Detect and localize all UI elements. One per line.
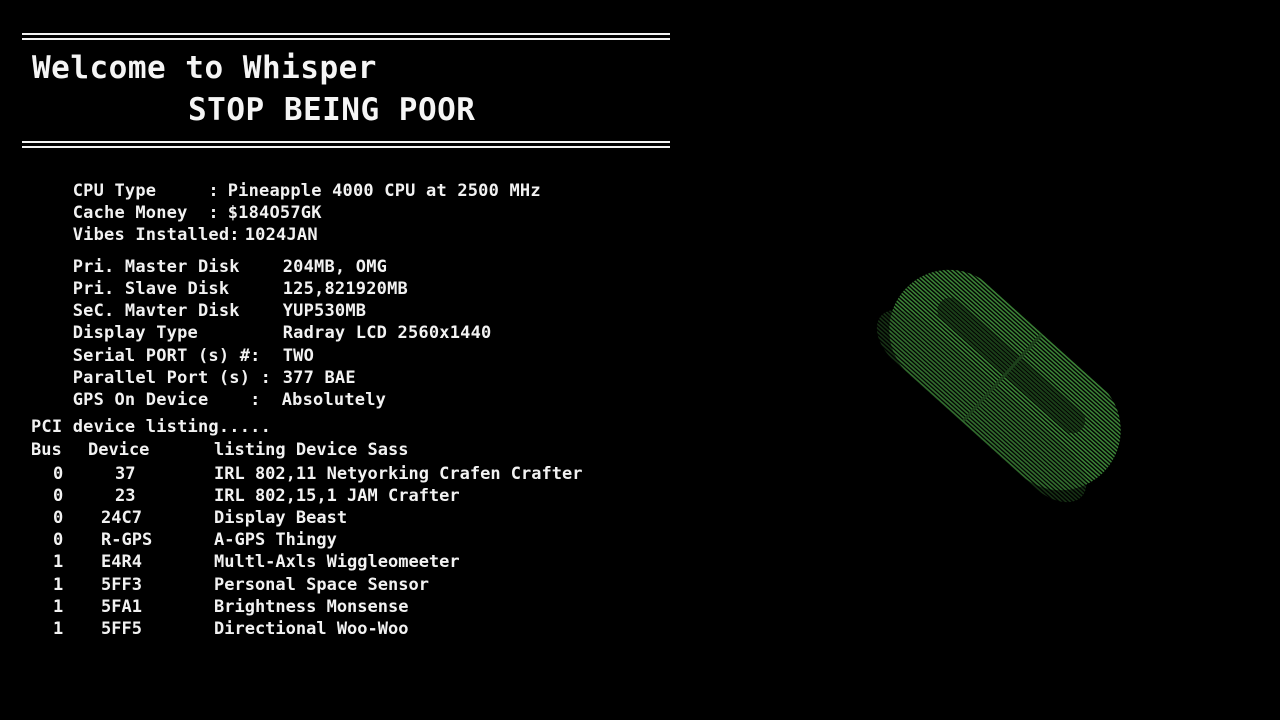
- pci-row-bus: 1: [53, 597, 64, 617]
- pci-row-bus: 0: [53, 508, 64, 528]
- pci-header-listing: listing Device Sass: [214, 440, 409, 460]
- pci-row-bus: 1: [53, 619, 64, 639]
- pci-header-bus: Bus: [31, 440, 62, 460]
- pci-row-bus: 1: [53, 575, 64, 595]
- pci-row-name: Display Beast: [214, 508, 348, 528]
- divider-top-inner: [22, 38, 670, 40]
- pci-row-device: E4R4: [101, 552, 142, 572]
- pci-row-device: 5FF5: [101, 619, 142, 639]
- pci-row-device: 23: [115, 486, 136, 506]
- pci-header-device: Device: [88, 440, 150, 460]
- pci-row-name: Directional Woo-Woo: [214, 619, 409, 639]
- gps-value: Absolutely: [281, 390, 387, 410]
- pci-row-device: 5FF3: [101, 575, 142, 595]
- divider-mid-inner: [22, 146, 670, 148]
- pci-row-name: IRL 802,15,1 JAM Crafter: [214, 486, 460, 506]
- pci-row-name: Multl-Axls Wiggleomeeter: [214, 552, 460, 572]
- pci-row-bus: 1: [53, 552, 64, 572]
- boot-screen: Welcome to Whisper STOP BEING POOR CPU T…: [0, 0, 1280, 720]
- divider-top: [22, 33, 670, 35]
- pci-row-name: IRL 802,11 Netyorking Crafen Crafter: [214, 464, 583, 484]
- pci-row-device: R-GPS: [101, 530, 153, 550]
- pci-row-bus: 0: [53, 464, 64, 484]
- pci-row-device: 24C7: [101, 508, 142, 528]
- divider-mid: [22, 141, 670, 143]
- pci-row-device: 5FA1: [101, 597, 142, 617]
- tagline: STOP BEING POOR: [188, 92, 476, 128]
- gps-label: GPS On Device :: [72, 390, 261, 410]
- pci-row-device: 37: [115, 464, 136, 484]
- welcome-title: Welcome to Whisper: [32, 50, 377, 86]
- pci-row-bus: 0: [53, 530, 64, 550]
- pci-row-name: A-GPS Thingy: [214, 530, 337, 550]
- pci-row-bus: 0: [53, 486, 64, 506]
- pci-heading: PCI device listing.....: [31, 417, 272, 437]
- pill-icon: [850, 240, 1160, 520]
- pci-row-name: Brightness Monsense: [214, 597, 409, 617]
- pci-row-name: Personal Space Sensor: [214, 575, 429, 595]
